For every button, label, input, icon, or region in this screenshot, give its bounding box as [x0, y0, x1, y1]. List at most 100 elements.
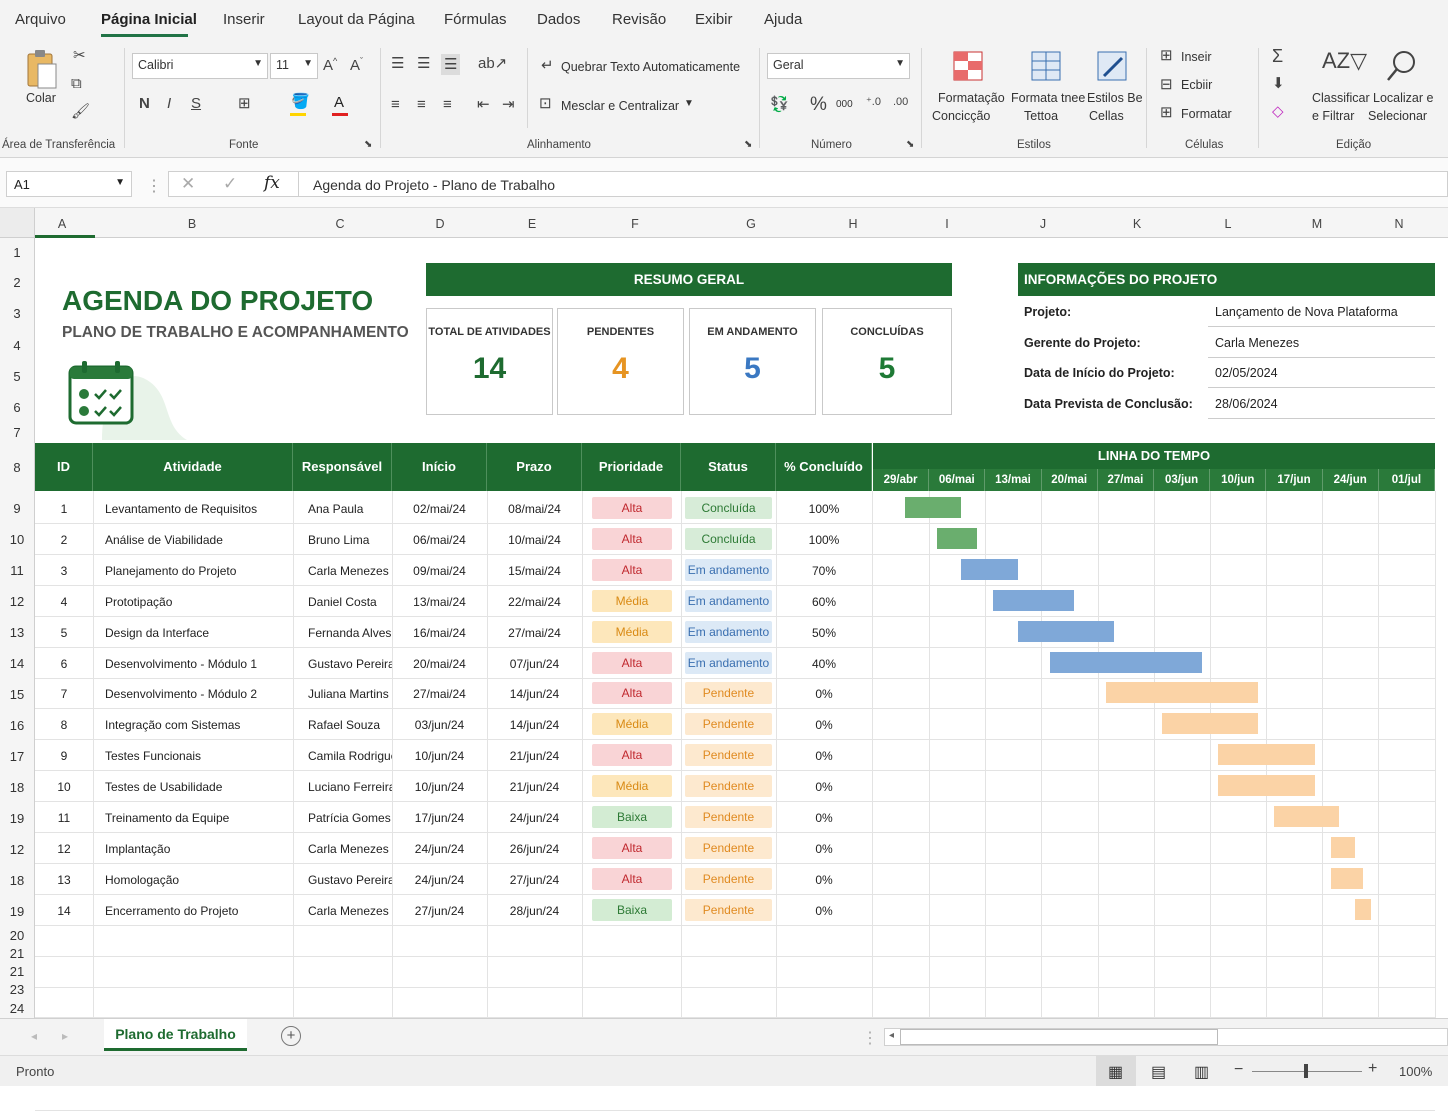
sort-label-1[interactable]: Classificar [1312, 91, 1370, 105]
copy-icon[interactable]: ⧉ [71, 76, 82, 91]
page-break-view-icon[interactable]: ▥ [1194, 1062, 1209, 1082]
cell-due[interactable]: 15/mai/24 [487, 564, 582, 578]
cell-id[interactable]: 6 [35, 657, 93, 671]
row-header[interactable]: 2 [0, 275, 34, 290]
row-header[interactable]: 19 [0, 904, 34, 919]
cell-start[interactable]: 27/jun/24 [392, 904, 487, 918]
cell-due[interactable]: 10/mai/24 [487, 533, 582, 547]
cell-owner[interactable]: Gustavo Pereira [308, 657, 392, 671]
column-header-h[interactable]: H [838, 217, 868, 231]
wrap-text-button[interactable]: Quebrar Texto Automaticamente [561, 60, 740, 74]
cell-due[interactable]: 28/jun/24 [487, 904, 582, 918]
menu-dados[interactable]: Dados [537, 11, 580, 28]
align-bottom-icon[interactable]: ☰ [441, 54, 461, 75]
align-middle-icon[interactable]: ☰ [417, 56, 430, 71]
cell-start[interactable]: 02/mai/24 [392, 502, 487, 516]
row-header[interactable]: 3 [0, 306, 34, 321]
page-layout-view-icon[interactable]: ▤ [1151, 1062, 1166, 1082]
column-header-k[interactable]: K [1122, 217, 1152, 231]
cell-owner[interactable]: Luciano Ferreira [308, 780, 392, 794]
format-as-table-icon[interactable] [1030, 50, 1062, 82]
cell-id[interactable]: 4 [35, 595, 93, 609]
autosum-icon[interactable]: Σ [1272, 47, 1283, 65]
borders-icon[interactable]: ⊞ [238, 96, 251, 111]
row-header[interactable]: 12 [0, 594, 34, 609]
normal-view-icon[interactable]: ▦ [1108, 1062, 1123, 1082]
cell-id[interactable]: 12 [35, 842, 93, 856]
row-header[interactable]: 9 [0, 501, 34, 516]
format-painter-icon[interactable]: 🖌 [71, 104, 90, 119]
underline-button[interactable]: S [191, 96, 201, 111]
format-table-label-2[interactable]: Tettoa [1024, 109, 1058, 123]
cell-due[interactable]: 27/mai/24 [487, 626, 582, 640]
sheet-tab-plano[interactable]: Plano de Trabalho [104, 1019, 247, 1051]
merge-center-icon[interactable]: ⊡ [539, 96, 552, 111]
info-value[interactable]: 28/06/2024 [1215, 397, 1278, 411]
format-cells-button[interactable]: Formatar [1181, 107, 1232, 121]
column-header-i[interactable]: I [932, 217, 962, 231]
cell-due[interactable]: 14/jun/24 [487, 687, 582, 701]
priority-badge[interactable]: Baixa [592, 806, 672, 828]
delete-cells-icon[interactable]: ⊟ [1160, 77, 1173, 92]
find-label-1[interactable]: Localizar e [1373, 91, 1433, 105]
cell-start[interactable]: 16/mai/24 [392, 626, 487, 640]
column-header-j[interactable]: J [1028, 217, 1058, 231]
sort-label-2[interactable]: e Filtrar [1312, 109, 1354, 123]
cell-due[interactable]: 21/jun/24 [487, 749, 582, 763]
cell-percent[interactable]: 0% [776, 687, 872, 701]
cell-id[interactable]: 14 [35, 904, 93, 918]
cell-activity[interactable]: Encerramento do Projeto [105, 904, 290, 918]
cell-percent[interactable]: 0% [776, 811, 872, 825]
fx-icon[interactable]: fx [264, 173, 280, 193]
italic-button[interactable]: I [167, 96, 171, 111]
cell-percent[interactable]: 70% [776, 564, 872, 578]
cell-activity[interactable]: Levantamento de Requisitos [105, 502, 290, 516]
dialog-launcher-icon[interactable]: ⬊ [364, 140, 372, 150]
cell-due[interactable]: 21/jun/24 [487, 780, 582, 794]
cell-start[interactable]: 03/jun/24 [392, 718, 487, 732]
status-badge[interactable]: Pendente [685, 713, 772, 736]
insert-cells-icon[interactable]: ⊞ [1160, 48, 1173, 63]
cell-percent[interactable]: 0% [776, 873, 872, 887]
zoom-slider-thumb[interactable] [1304, 1064, 1308, 1078]
cell-start[interactable]: 06/mai/24 [392, 533, 487, 547]
cell-percent[interactable]: 0% [776, 718, 872, 732]
cell-activity[interactable]: Prototipação [105, 595, 290, 609]
cell-owner[interactable]: Daniel Costa [308, 595, 392, 609]
row-header[interactable]: 1 [0, 245, 34, 260]
cond-format-label-2[interactable]: Concicção [932, 109, 990, 123]
priority-badge[interactable]: Média [592, 713, 672, 736]
splitter-icon[interactable]: ⋮ [862, 1028, 878, 1048]
priority-badge[interactable]: Alta [592, 527, 672, 550]
cell-due[interactable]: 07/jun/24 [487, 657, 582, 671]
cell-percent[interactable]: 0% [776, 842, 872, 856]
column-header-g[interactable]: G [736, 217, 766, 231]
status-badge[interactable]: Pendente [685, 867, 772, 890]
font-color-icon[interactable]: A [334, 95, 344, 110]
cell-due[interactable]: 22/mai/24 [487, 595, 582, 609]
cell-id[interactable]: 2 [35, 533, 93, 547]
menu-layout[interactable]: Layout da Página [298, 11, 415, 28]
zoom-in-icon[interactable]: + [1368, 1060, 1377, 1078]
conditional-formatting-icon[interactable] [952, 50, 984, 82]
thousands-button[interactable]: 000 [836, 99, 853, 110]
cell-activity[interactable]: Design da Interface [105, 626, 290, 640]
column-header-n[interactable]: N [1384, 217, 1414, 231]
cell-activity[interactable]: Homologação [105, 873, 290, 887]
name-box[interactable]: A1 ▼ [6, 171, 132, 197]
column-header-m[interactable]: M [1302, 217, 1332, 231]
decrease-indent-icon[interactable]: ⇤ [477, 97, 490, 112]
menu-formulas[interactable]: Fórmulas [444, 11, 507, 28]
select-all-corner[interactable] [0, 208, 35, 238]
column-header-c[interactable]: C [325, 217, 355, 231]
priority-badge[interactable]: Alta [592, 682, 672, 705]
cell-id[interactable]: 3 [35, 564, 93, 578]
cell-start[interactable]: 10/jun/24 [392, 780, 487, 794]
align-center-icon[interactable]: ≡ [417, 97, 426, 112]
scroll-left-icon[interactable]: ◂ [889, 1030, 894, 1041]
row-header[interactable]: 20 [0, 928, 34, 943]
cell-owner[interactable]: Carla Menezes [308, 904, 392, 918]
status-badge[interactable]: Em andamento [685, 651, 772, 674]
cell-activity[interactable]: Testes Funcionais [105, 749, 290, 763]
priority-badge[interactable]: Alta [592, 867, 672, 890]
